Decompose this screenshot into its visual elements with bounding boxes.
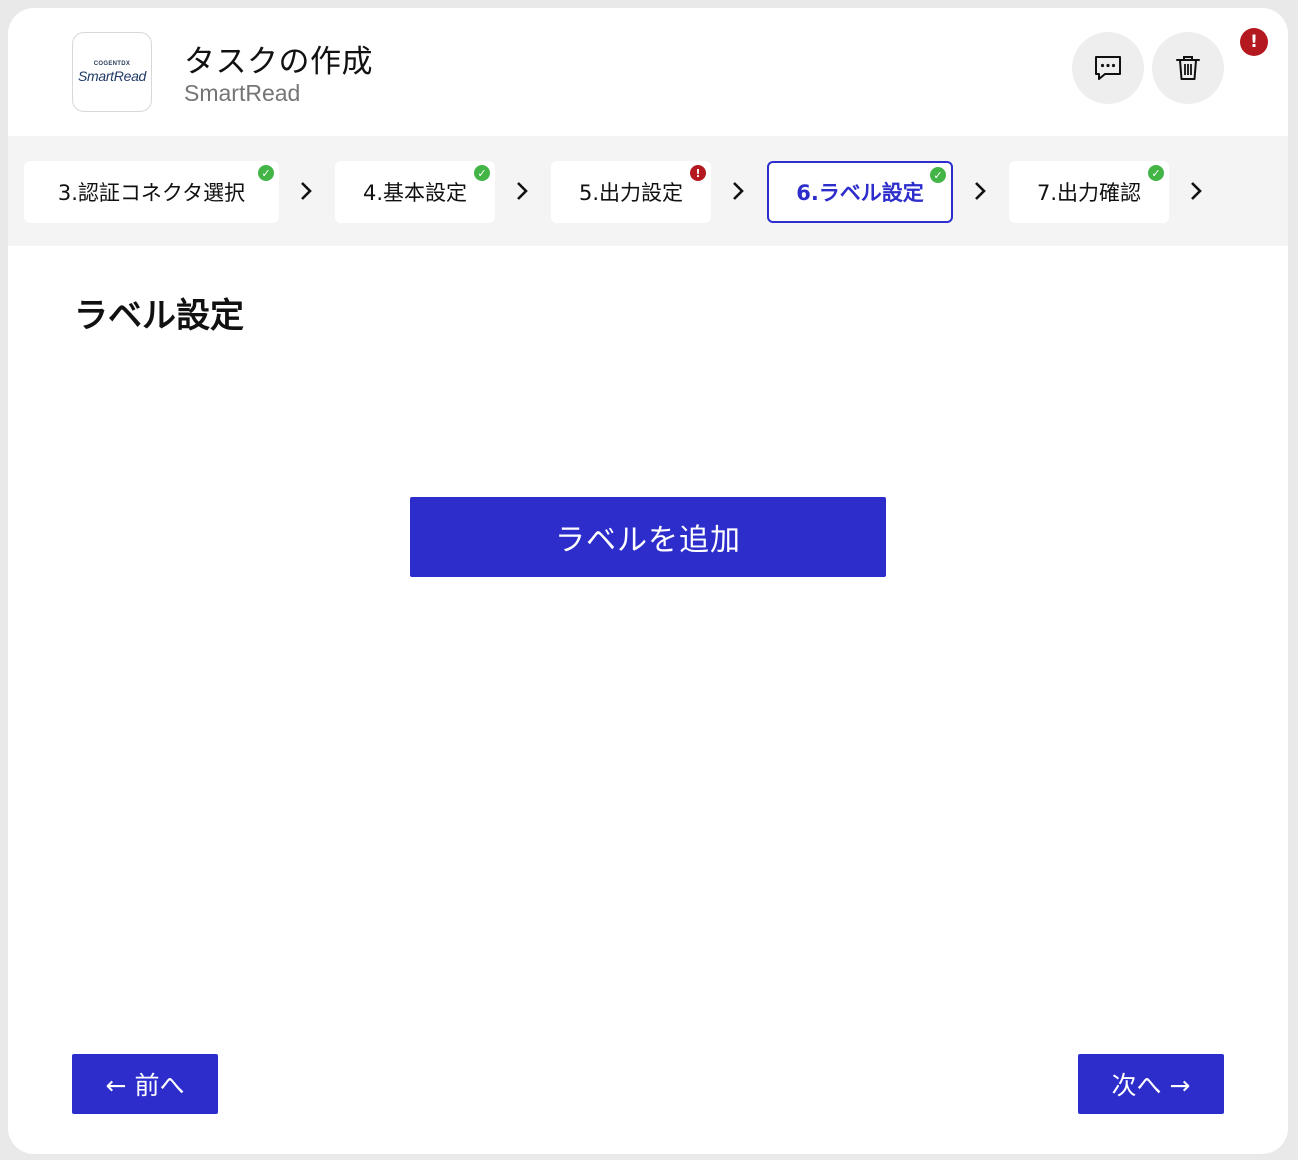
next-button[interactable]: 次へ → [1078,1054,1224,1114]
smartread-logo: COGENTDX SmartRead [72,32,152,112]
step-basic-settings[interactable]: 4.基本設定 ✓ [335,161,495,223]
step-output-confirm[interactable]: 7.出力確認 ✓ [1009,161,1169,223]
step-output-settings[interactable]: 5.出力設定 ! [551,161,711,223]
step-label: 5.出力設定 [578,181,684,205]
previous-button[interactable]: ← 前へ [72,1054,218,1114]
logo-brand-top: COGENTDX [93,60,131,67]
step-label: 7.出力確認 [1036,181,1142,205]
check-icon: ✓ [1148,165,1164,181]
chevron-right-icon [968,176,992,206]
chevron-right-icon [510,176,534,206]
chevron-right-icon [726,176,750,206]
step-label-settings[interactable]: 6.ラベル設定 ✓ [767,161,953,223]
section-title: ラベル設定 [74,296,244,336]
check-icon: ✓ [474,165,490,181]
trash-icon [1176,56,1200,80]
check-icon: ✓ [258,165,274,181]
step-label: 6.ラベル設定 [796,181,924,205]
delete-button[interactable] [1152,32,1224,104]
page-subtitle: SmartRead [184,80,301,106]
task-create-dialog: COGENTDX SmartRead タスクの作成 SmartRead ! 3.… [8,8,1288,1154]
page-title: タスクの作成 [184,44,373,80]
chevron-right-icon [294,176,318,206]
chevron-right-icon [1184,176,1208,206]
check-icon: ✓ [930,167,946,183]
step-label: 4.基本設定 [362,181,468,205]
comment-icon [1095,56,1121,80]
step-navigation: 3.認証コネクタ選択 ✓ 4.基本設定 ✓ 5.出力設定 ! 6.ラベル設定 ✓ [8,136,1288,246]
step-auth-connector[interactable]: 3.認証コネクタ選択 ✓ [24,161,279,223]
comment-button[interactable] [1072,32,1144,104]
error-icon: ! [690,165,706,181]
logo-brand-main: SmartRead [77,67,147,84]
alert-icon[interactable]: ! [1240,28,1268,56]
step-label: 3.認証コネクタ選択 [57,181,246,205]
add-label-button[interactable]: ラベルを追加 [410,497,886,577]
